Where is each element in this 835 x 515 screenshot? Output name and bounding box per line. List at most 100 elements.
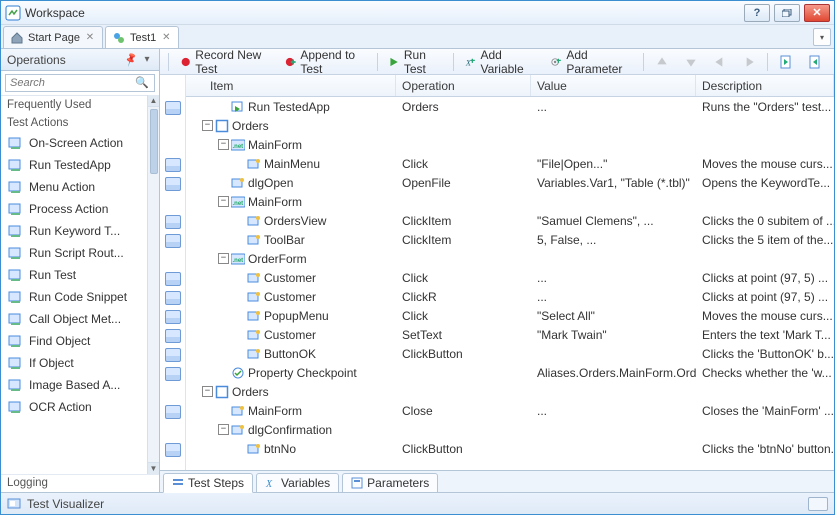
close-window-button[interactable]: ✕ — [804, 4, 830, 22]
tab-variables[interactable]: X Variables — [256, 473, 339, 493]
tab-parameters[interactable]: Parameters — [342, 473, 438, 493]
move-down-button[interactable] — [678, 52, 704, 72]
grid-body[interactable]: Run TestedAppOrders...Runs the "Orders" … — [186, 97, 834, 470]
grid-row[interactable]: MainMenuClick"File|Open..."Moves the mou… — [186, 154, 834, 173]
test-visualizer-bar[interactable]: Test Visualizer — [1, 492, 834, 514]
operation-icon — [7, 289, 23, 305]
col-item[interactable]: Item — [186, 75, 396, 96]
visualizer-expand-button[interactable] — [808, 497, 828, 511]
grid-row[interactable]: dlgOpenOpenFileVariables.Var1, "Table (*… — [186, 173, 834, 192]
grid-row[interactable]: Run TestedAppOrders...Runs the "Orders" … — [186, 97, 834, 116]
thumbnail-cell[interactable] — [160, 326, 185, 345]
expand-toggle[interactable]: − — [218, 253, 229, 264]
thumbnail-cell[interactable] — [160, 345, 185, 364]
expand-toggle[interactable]: − — [218, 196, 229, 207]
record-new-test-button[interactable]: Record New Test — [174, 52, 276, 72]
append-to-test-button[interactable]: Append to Test — [279, 52, 372, 72]
row-description: Clicks the 'btnNo' button. — [696, 442, 834, 456]
thumbnail-cell[interactable] — [160, 440, 185, 459]
close-tab-icon[interactable]: ✕ — [84, 32, 96, 44]
thumbnail-cell[interactable] — [160, 231, 185, 250]
operations-scrollbar[interactable]: ▲ ▼ — [147, 95, 159, 474]
operation-item[interactable]: Process Action — [1, 198, 147, 220]
group-test-actions[interactable]: Test Actions — [1, 114, 147, 132]
thumbnail-cell[interactable] — [160, 212, 185, 231]
search-input[interactable] — [5, 74, 155, 92]
group-frequently-used[interactable]: Frequently Used — [1, 96, 147, 114]
grid-row[interactable]: ToolBarClickItem5, False, ...Clicks the … — [186, 230, 834, 249]
svg-text:.net: .net — [233, 144, 244, 150]
search-icon[interactable]: 🔍 — [135, 76, 149, 89]
grid-row[interactable]: CustomerClickR...Clicks at point (97, 5)… — [186, 287, 834, 306]
logging-group-header[interactable]: Logging — [1, 474, 159, 492]
thumbnail-cell[interactable] — [160, 364, 185, 383]
thumbnail-cell[interactable] — [160, 174, 185, 193]
thumbnail-cell[interactable] — [160, 307, 185, 326]
operation-item[interactable]: Image Based A... — [1, 374, 147, 396]
move-up-button[interactable] — [649, 52, 675, 72]
add-variable-button[interactable]: X Add Variable — [459, 52, 542, 72]
run-test-button[interactable]: Run Test — [382, 52, 448, 72]
panel-menu-icon[interactable]: ▾ — [141, 54, 153, 66]
add-parameter-button[interactable]: Add Parameter — [545, 52, 638, 72]
col-operation[interactable]: Operation — [396, 75, 531, 96]
expand-toggle[interactable]: − — [202, 386, 213, 397]
expand-toggle[interactable]: − — [218, 139, 229, 150]
row-operation: Click — [396, 271, 531, 285]
operation-item[interactable]: Run Code Snippet — [1, 286, 147, 308]
thumbnail-cell[interactable] — [160, 288, 185, 307]
prev-button[interactable] — [773, 52, 799, 72]
operation-item[interactable]: Call Object Met... — [1, 308, 147, 330]
operation-icon — [7, 157, 23, 173]
grid-row[interactable]: −.netOrderForm — [186, 249, 834, 268]
expand-toggle[interactable]: − — [202, 120, 213, 131]
tab-test1[interactable]: Test1 ✕ — [105, 26, 179, 48]
row-icon — [247, 309, 261, 323]
indent-left-button[interactable] — [707, 52, 733, 72]
thumbnail-cell[interactable] — [160, 155, 185, 174]
tab-overflow-button[interactable]: ▾ — [813, 28, 831, 46]
operation-item[interactable]: If Object — [1, 352, 147, 374]
scroll-up-icon[interactable]: ▲ — [148, 95, 159, 107]
thumbnail-cell[interactable] — [160, 269, 185, 288]
operation-item[interactable]: On-Screen Action — [1, 132, 147, 154]
operation-item[interactable]: Find Object — [1, 330, 147, 352]
operation-item[interactable]: Run Test — [1, 264, 147, 286]
grid-row[interactable]: Property CheckpointAliases.Orders.MainFo… — [186, 363, 834, 382]
grid-row[interactable]: MainFormClose...Closes the 'MainForm' ..… — [186, 401, 834, 420]
expand-toggle[interactable]: − — [218, 424, 229, 435]
grid-row[interactable]: −Orders — [186, 382, 834, 401]
grid-row[interactable]: −Orders — [186, 116, 834, 135]
scroll-down-icon[interactable]: ▼ — [148, 462, 159, 474]
operation-item[interactable]: OCR Action — [1, 396, 147, 418]
help-button[interactable]: ? — [744, 4, 770, 22]
tab-start-page[interactable]: Start Page ✕ — [3, 26, 103, 48]
grid-row[interactable]: CustomerClick...Clicks at point (97, 5) … — [186, 268, 834, 287]
col-description[interactable]: Description — [696, 75, 834, 96]
row-operation: Click — [396, 309, 531, 323]
grid-row[interactable]: CustomerSetText"Mark Twain"Enters the te… — [186, 325, 834, 344]
grid-row[interactable]: −.netMainForm — [186, 135, 834, 154]
restore-button[interactable] — [774, 4, 800, 22]
pin-icon[interactable]: 📌 — [123, 52, 139, 68]
thumbnail-cell[interactable] — [160, 98, 185, 117]
col-value[interactable]: Value — [531, 75, 696, 96]
next-button[interactable] — [802, 52, 828, 72]
operation-item[interactable]: Run Keyword T... — [1, 220, 147, 242]
grid-row[interactable]: PopupMenuClick"Select All"Moves the mous… — [186, 306, 834, 325]
indent-right-button[interactable] — [736, 52, 762, 72]
scroll-thumb[interactable] — [150, 109, 158, 174]
grid-row[interactable]: OrdersViewClickItem"Samuel Clemens", ...… — [186, 211, 834, 230]
grid-row[interactable]: −dlgConfirmation — [186, 420, 834, 439]
operation-item[interactable]: Run Script Rout... — [1, 242, 147, 264]
grid-row[interactable]: btnNoClickButtonClicks the 'btnNo' butto… — [186, 439, 834, 458]
operation-item[interactable]: Menu Action — [1, 176, 147, 198]
tab-test-steps[interactable]: Test Steps — [163, 473, 253, 493]
grid-row[interactable]: ButtonOKClickButtonClicks the 'ButtonOK'… — [186, 344, 834, 363]
thumbnail-cell[interactable] — [160, 402, 185, 421]
operation-item[interactable]: Run TestedApp — [1, 154, 147, 176]
row-item-label: OrderForm — [248, 252, 307, 266]
close-tab-icon[interactable]: ✕ — [160, 32, 172, 44]
add-variable-icon: X — [465, 55, 476, 69]
grid-row[interactable]: −.netMainForm — [186, 192, 834, 211]
